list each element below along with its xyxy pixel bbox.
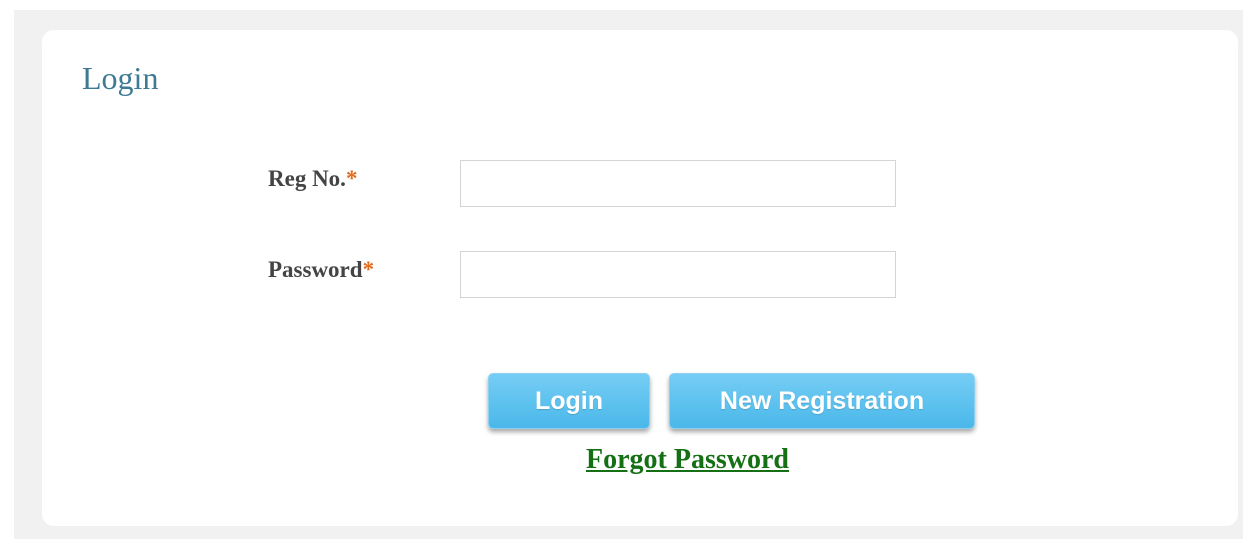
page-background: Login Reg No.* Password* Login New Regis… (14, 10, 1243, 539)
forgot-password-link[interactable]: Forgot Password (586, 444, 789, 476)
password-label-text: Password (268, 257, 363, 282)
login-button[interactable]: Login (488, 373, 650, 429)
required-marker: * (345, 166, 358, 191)
panel-title: Login (82, 60, 159, 96)
required-marker: * (362, 257, 375, 282)
login-panel: Login Reg No.* Password* Login New Regis… (42, 30, 1238, 526)
reg-no-label-text: Reg No. (268, 166, 346, 191)
password-input[interactable] (460, 251, 896, 298)
reg-no-label: Reg No.* (268, 166, 357, 192)
password-label: Password* (268, 257, 374, 283)
new-registration-button[interactable]: New Registration (669, 373, 975, 429)
reg-no-input[interactable] (460, 160, 896, 207)
